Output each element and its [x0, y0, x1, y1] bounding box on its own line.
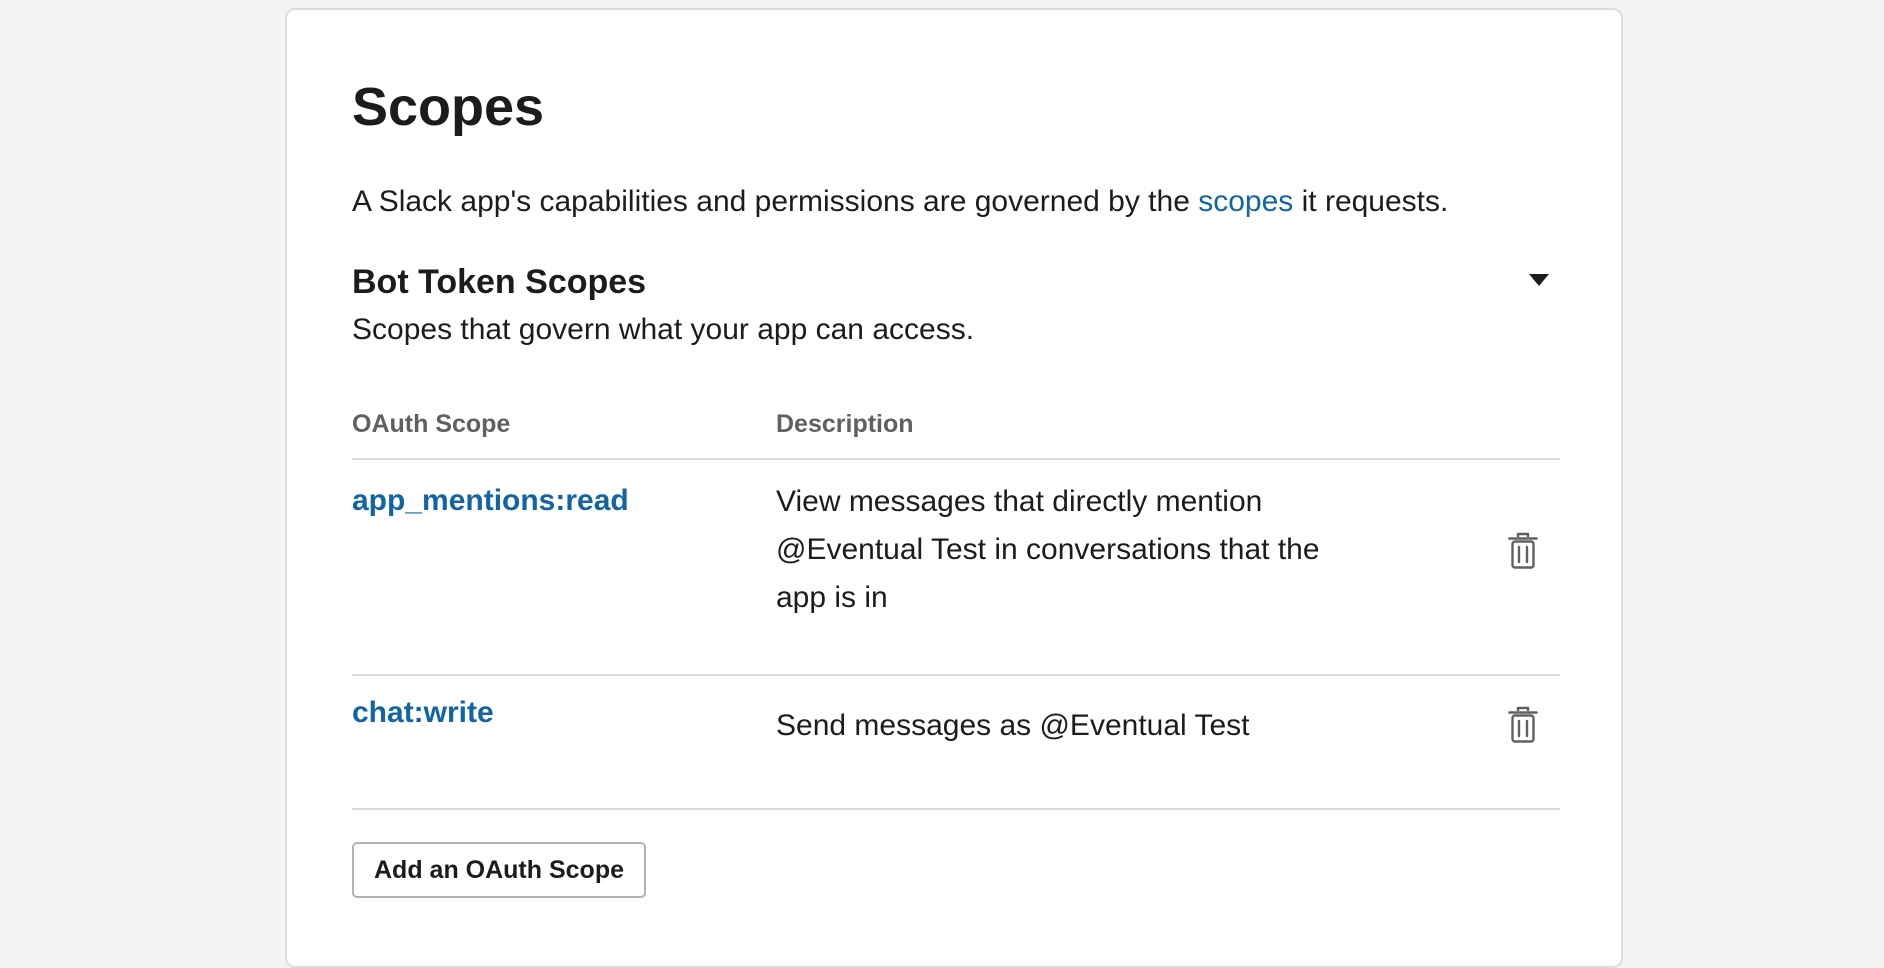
table-row: app_mentions:read View messages that dir… [352, 460, 1560, 676]
scope-name-link[interactable]: app_mentions:read [352, 484, 629, 518]
trash-icon[interactable] [1508, 706, 1538, 744]
scopes-card: Scopes A Slack app's capabilities and pe… [285, 8, 1623, 968]
scopes-table-header: OAuth Scope Description [352, 410, 1560, 460]
scopes-intro-text: A Slack app's capabilities and permissio… [352, 185, 1199, 218]
table-row: chat:write Send messages as @Eventual Te… [352, 676, 1560, 810]
bot-token-scopes-header: Bot Token Scopes Scopes that govern what… [352, 262, 1560, 358]
add-oauth-scope-button[interactable]: Add an OAuth Scope [352, 842, 646, 898]
scopes-intro-text-end: it requests. [1293, 185, 1449, 218]
bot-token-scopes-title: Bot Token Scopes [352, 263, 647, 301]
scopes-docs-link[interactable]: scopes [1198, 185, 1293, 218]
scope-description: View messages that directly mention @Eve… [776, 485, 1320, 614]
trash-icon[interactable] [1508, 532, 1538, 570]
column-header-oauth-scope: OAuth Scope [352, 410, 511, 438]
bot-token-scopes-subtitle: Scopes that govern what your app can acc… [352, 313, 975, 346]
column-header-description: Description [776, 410, 914, 438]
caret-down-icon[interactable] [1529, 274, 1549, 286]
page-title: Scopes [352, 77, 545, 137]
scopes-intro: A Slack app's capabilities and permissio… [352, 182, 1448, 221]
scope-description: Send messages as @Eventual Test [776, 709, 1250, 742]
scope-name-link[interactable]: chat:write [352, 696, 494, 730]
